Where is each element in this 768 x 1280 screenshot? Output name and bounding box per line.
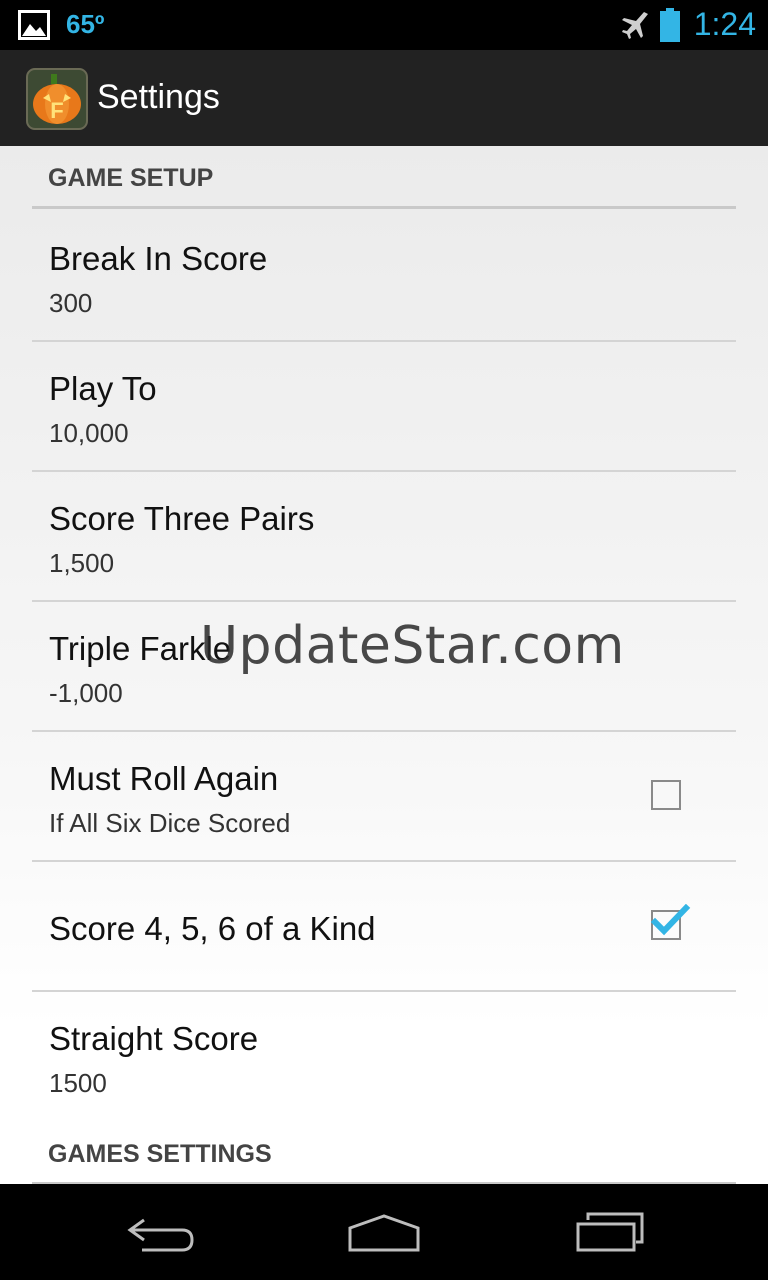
pref-straight-score[interactable]: Straight Score 1500 — [0, 992, 768, 1122]
battery-icon — [659, 7, 680, 42]
weather-temperature: 65º — [66, 9, 105, 39]
watermark: UpdateStar.com — [200, 616, 625, 676]
pref-must-roll-again[interactable]: Must Roll Again If All Six Dice Scored — [0, 732, 768, 862]
pref-play-to[interactable]: Play To 10,000 — [0, 342, 768, 472]
navigation-bar — [0, 1184, 768, 1280]
score-of-a-kind-checkbox[interactable] — [651, 904, 691, 940]
photo-icon — [18, 9, 50, 40]
airplane-mode-icon — [621, 11, 648, 39]
pref-score-4-5-6-of-a-kind[interactable]: Score 4, 5, 6 of a Kind — [0, 862, 768, 992]
svg-text:F: F — [50, 98, 63, 123]
farkle-pumpkin-app-icon[interactable]: F — [26, 68, 88, 130]
page-title: Settings — [97, 78, 220, 116]
pref-title: Score Three Pairs — [49, 500, 315, 537]
action-bar: F Settings — [0, 50, 768, 146]
pref-summary: -1,000 — [49, 678, 123, 708]
pref-title: Play To — [49, 370, 157, 407]
pref-title: Straight Score — [49, 1020, 259, 1057]
pref-summary: 1,500 — [49, 548, 115, 578]
pref-summary: If All Six Dice Scored — [49, 808, 291, 838]
clock: 1:24 — [693, 6, 756, 42]
status-bar: 65º 1:24 — [0, 0, 768, 50]
section-header-games-settings: GAMES SETTINGS — [48, 1140, 272, 1168]
pref-summary: 300 — [49, 288, 93, 318]
pref-break-in-score[interactable]: Break In Score 300 — [0, 210, 768, 340]
pref-title: Must Roll Again — [49, 760, 279, 797]
home-icon[interactable] — [346, 1214, 422, 1252]
recent-apps-icon[interactable] — [574, 1212, 646, 1254]
section-divider — [32, 206, 736, 209]
pref-summary: 10,000 — [49, 418, 129, 448]
pref-summary: 1500 — [49, 1068, 107, 1098]
pref-title: Score 4, 5, 6 of a Kind — [49, 910, 376, 947]
pref-score-three-pairs[interactable]: Score Three Pairs 1,500 — [0, 472, 768, 602]
status-right: 1:24 — [620, 6, 756, 43]
section-header-game-setup: GAME SETUP — [48, 164, 214, 192]
status-left: 65º — [18, 9, 104, 40]
checkmark-icon — [651, 904, 691, 936]
settings-list[interactable]: GAME SETUP Break In Score 300 Play To 10… — [0, 146, 768, 1184]
must-roll-again-checkbox[interactable] — [651, 780, 681, 810]
back-icon[interactable] — [124, 1214, 196, 1254]
pref-title: Break In Score — [49, 240, 268, 277]
